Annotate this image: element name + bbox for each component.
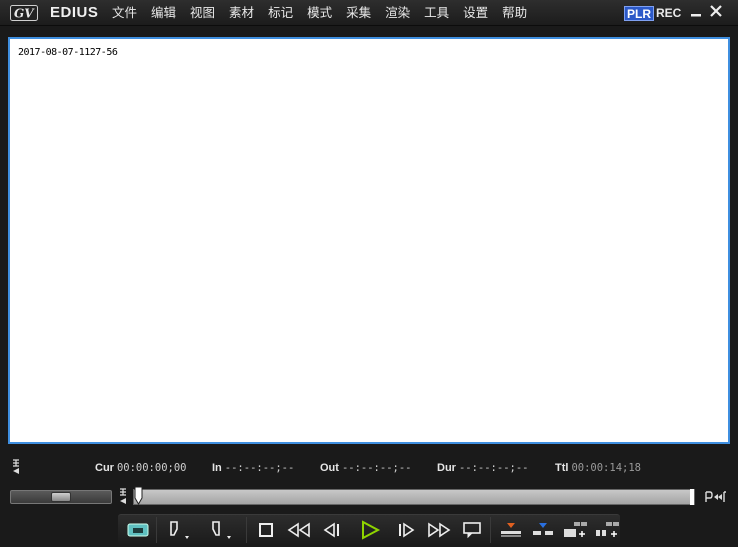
menu-mode[interactable]: 模式 <box>307 5 332 21</box>
in-value[interactable]: --:--:--;-- <box>225 462 295 474</box>
close-button[interactable] <box>708 4 724 20</box>
menu-view[interactable]: 视图 <box>190 5 215 21</box>
in-timecode: In --:--:--;-- <box>212 461 294 474</box>
stop-button[interactable] <box>252 515 280 545</box>
end-marker <box>690 489 694 505</box>
overwrite-to-timeline-icon <box>533 523 553 535</box>
loop-button[interactable] <box>458 515 486 545</box>
overwrite-icon <box>127 523 149 537</box>
dur-value[interactable]: --:--:--;-- <box>459 462 529 474</box>
app-name: EDIUS <box>50 4 99 21</box>
play-button[interactable] <box>354 515 386 545</box>
out-value[interactable]: --:--:--;-- <box>342 462 412 474</box>
rewind-button[interactable] <box>284 515 314 545</box>
out-label: Out <box>320 462 339 474</box>
clip-name-overlay: 2017-08-07-1127-56 <box>18 47 118 58</box>
preview-monitor[interactable]: 2017-08-07-1127-56 <box>8 37 730 444</box>
menu-tools[interactable]: 工具 <box>424 5 449 21</box>
plr-mode-button[interactable]: PLR <box>624 6 654 21</box>
position-bar[interactable] <box>133 489 695 505</box>
menu-help[interactable]: 帮助 <box>502 5 527 21</box>
step-forward-button[interactable] <box>392 515 420 545</box>
menu-marker[interactable]: 标记 <box>268 5 293 21</box>
loop-icon <box>463 522 481 539</box>
insert-to-timeline-button[interactable] <box>496 515 526 545</box>
ttl-label: Ttl <box>555 462 569 474</box>
add-to-bin-button[interactable] <box>560 515 590 545</box>
play-icon <box>362 520 381 540</box>
add-marker-button[interactable] <box>592 515 622 545</box>
set-out-button[interactable] <box>202 515 238 545</box>
menu-edit[interactable]: 编辑 <box>151 5 176 21</box>
ttl-timecode: Ttl 00:00:14;18 <box>555 461 641 474</box>
ttl-value: 00:00:14;18 <box>571 462 641 474</box>
step-back-icon <box>323 522 339 538</box>
dur-timecode: Dur --:--:--;-- <box>437 461 529 474</box>
edius-logo-icon: GV <box>10 5 38 21</box>
insert-to-timeline-icon <box>501 523 521 537</box>
shuttle-knob[interactable] <box>51 492 71 502</box>
menu-clip[interactable]: 素材 <box>229 5 254 21</box>
out-timecode: Out --:--:--;-- <box>320 461 412 474</box>
display-toggle-icon[interactable] <box>12 459 20 475</box>
title-bar: GV EDIUS 文件 编辑 视图 素材 标记 模式 采集 渲染 工具 设置 帮… <box>0 0 738 26</box>
svg-text:GV: GV <box>14 7 35 21</box>
menu-file[interactable]: 文件 <box>112 5 137 21</box>
overwrite-to-timeline-button[interactable] <box>528 515 558 545</box>
fast-forward-icon <box>428 522 451 538</box>
rewind-icon <box>287 522 310 538</box>
transport-bar <box>118 514 620 544</box>
set-out-icon <box>212 521 231 539</box>
step-back-button[interactable] <box>318 515 346 545</box>
set-in-button[interactable] <box>160 515 196 545</box>
position-marker-icon <box>120 488 126 504</box>
menu-bar: 文件 编辑 视图 素材 标记 模式 采集 渲染 工具 设置 帮助 <box>112 5 541 21</box>
in-label: In <box>212 462 222 474</box>
dur-label: Dur <box>437 462 456 474</box>
menu-render[interactable]: 渲染 <box>385 5 410 21</box>
loop-playback-icon[interactable] <box>704 488 728 506</box>
step-forward-icon <box>399 522 415 538</box>
cur-timecode: Cur 00:00:00;00 <box>95 461 187 474</box>
menu-settings[interactable]: 设置 <box>463 5 488 21</box>
rec-mode-button[interactable]: REC <box>656 6 681 21</box>
shuttle-slider[interactable] <box>10 490 112 504</box>
cur-label: Cur <box>95 462 114 474</box>
overwrite-button[interactable] <box>124 515 152 545</box>
minimize-button[interactable] <box>688 4 704 20</box>
add-to-bin-icon <box>564 522 587 537</box>
fast-forward-button[interactable] <box>424 515 454 545</box>
set-in-icon <box>170 521 189 539</box>
timecode-bar: Cur 00:00:00;00 In --:--:--;-- Out --:--:--… <box>0 453 738 479</box>
cur-value[interactable]: 00:00:00;00 <box>117 462 187 474</box>
stop-icon <box>259 523 273 537</box>
playhead-icon[interactable] <box>134 486 143 506</box>
menu-capture[interactable]: 采集 <box>346 5 371 21</box>
minimize-icon <box>691 14 701 17</box>
close-icon <box>710 5 722 17</box>
add-marker-icon <box>596 522 619 537</box>
